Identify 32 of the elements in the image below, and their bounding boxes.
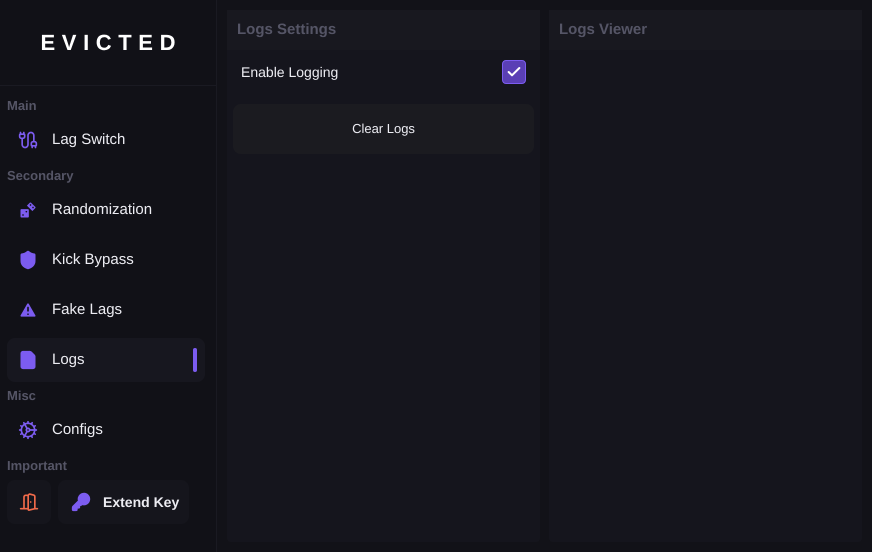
door-icon <box>19 492 39 512</box>
nav-label: Configs <box>52 420 103 440</box>
shield-icon <box>18 250 38 270</box>
nav-label: Fake Lags <box>52 300 122 320</box>
nav-label: Randomization <box>52 200 152 220</box>
section-label: Important <box>7 458 68 474</box>
panel-title: Logs Viewer <box>559 20 648 40</box>
nav-item[interactable]: Fake Lags <box>7 288 205 332</box>
panel-title: Logs Settings <box>237 20 336 40</box>
exit-button[interactable] <box>7 480 51 524</box>
nav-item[interactable]: Logs <box>7 338 205 382</box>
warning-icon <box>18 300 38 320</box>
key-icon <box>71 492 91 512</box>
cable-icon <box>18 130 38 150</box>
nav-item[interactable]: Configs <box>7 408 205 452</box>
extend-key-button[interactable]: Extend Key <box>58 480 189 524</box>
section-label: Secondary <box>7 168 74 184</box>
section-label: Misc <box>7 388 37 404</box>
nav-label: Logs <box>52 350 85 370</box>
logo: EVICTED <box>40 29 182 57</box>
clear-logs-button[interactable]: Clear Logs <box>233 104 534 154</box>
section-label: Main <box>7 98 38 114</box>
dice-icon <box>18 200 38 220</box>
file-icon <box>18 350 38 370</box>
nav-label: Lag Switch <box>52 130 126 150</box>
checkbox[interactable] <box>502 60 526 84</box>
nav-item[interactable]: Randomization <box>7 188 205 232</box>
nav-label: Kick Bypass <box>52 250 134 270</box>
nav-item[interactable]: Lag Switch <box>7 118 205 162</box>
active-indicator <box>193 348 197 372</box>
checkbox-label: Enable Logging <box>241 62 338 82</box>
nav-item[interactable]: Kick Bypass <box>7 238 205 282</box>
